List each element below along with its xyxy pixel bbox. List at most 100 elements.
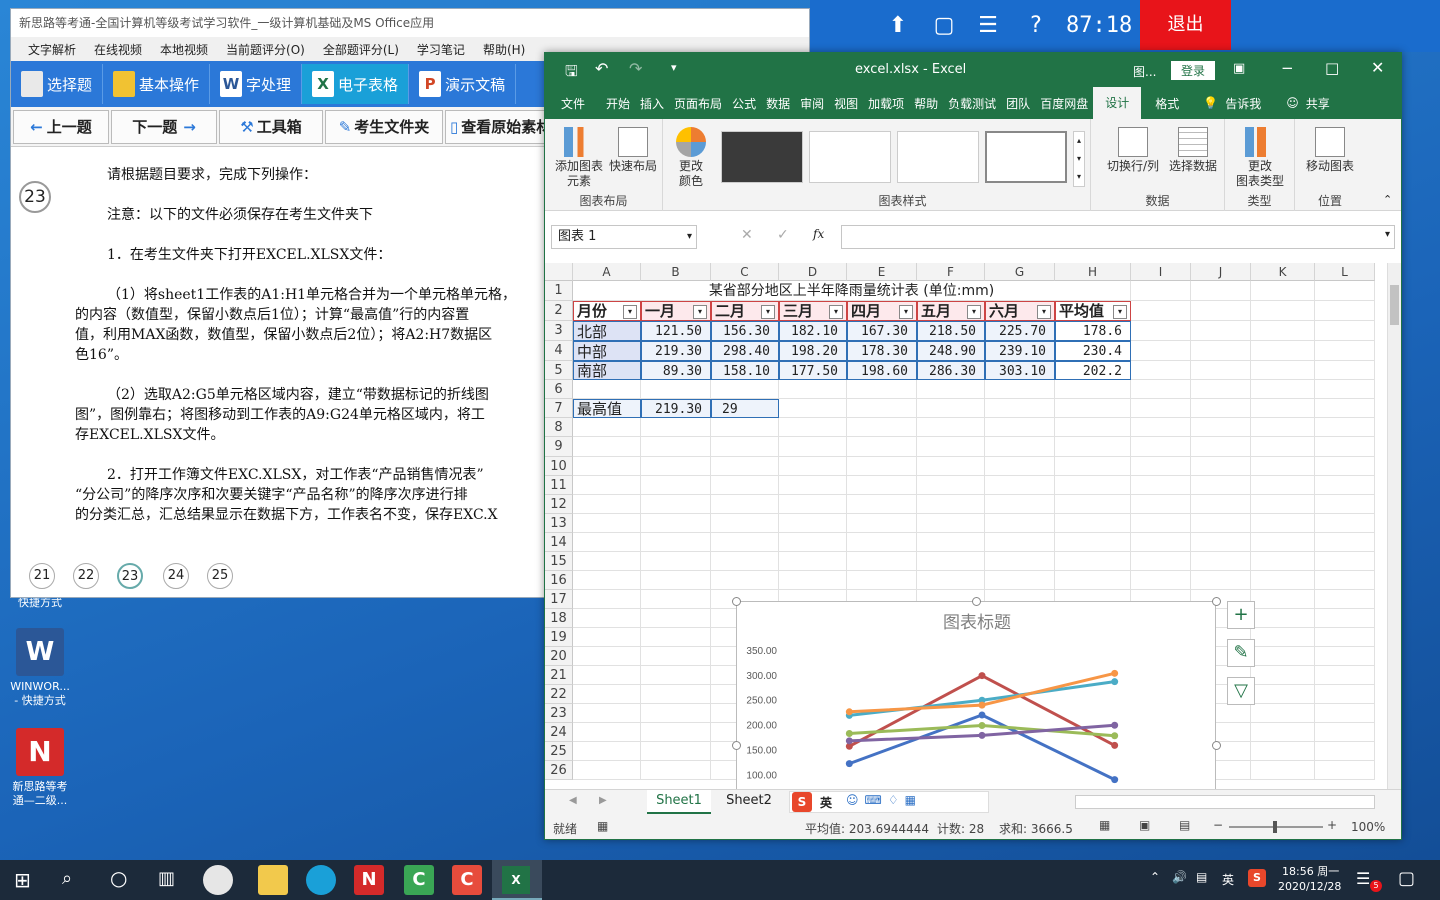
undo-icon[interactable]: ↶: [595, 59, 608, 78]
grid-cell[interactable]: [1315, 647, 1375, 666]
grid-cell[interactable]: [1251, 685, 1315, 704]
value-cell[interactable]: 178.6: [1055, 321, 1131, 341]
window-icon[interactable]: ▢: [930, 12, 958, 40]
edge-icon[interactable]: [306, 865, 336, 895]
row-header[interactable]: 13: [545, 514, 573, 533]
grid-cell[interactable]: [711, 571, 779, 590]
sheet-scroll-left-icon[interactable]: ◀: [569, 795, 577, 806]
value-cell[interactable]: 198.60: [847, 361, 917, 380]
grid-cell[interactable]: [1055, 571, 1131, 590]
ribbon-tab[interactable]: 格式: [1141, 95, 1193, 112]
close-icon[interactable]: ✕: [1371, 58, 1384, 77]
grid-cell[interactable]: [1131, 476, 1191, 495]
grid-cell[interactable]: [1251, 742, 1315, 761]
grid-cell[interactable]: [917, 380, 985, 399]
grid-cell[interactable]: [1191, 552, 1251, 571]
grid-cell[interactable]: [847, 457, 917, 476]
grid-cell[interactable]: [1251, 761, 1315, 780]
grid-cell[interactable]: [1251, 552, 1315, 571]
chart-filters-button[interactable]: ▽: [1227, 677, 1255, 705]
action-center-icon[interactable]: ▢: [1398, 868, 1415, 889]
grid-cell[interactable]: [779, 533, 847, 552]
sheet-scroll-right-icon[interactable]: ▶: [599, 795, 607, 806]
grid-cell[interactable]: [641, 418, 711, 437]
filter-dropdown-icon[interactable]: ▾: [693, 305, 707, 319]
column-header[interactable]: G: [985, 263, 1055, 281]
zoom-in-icon[interactable]: +: [1327, 818, 1337, 832]
grid-cell[interactable]: [1315, 380, 1375, 399]
page-button[interactable]: 22: [73, 563, 99, 589]
grid-cell[interactable]: [1131, 514, 1191, 533]
ime-tools-icon[interactable]: ☺⌨♢▦: [846, 793, 922, 807]
change-chart-type-button[interactable]: 更改 图表类型: [1231, 127, 1289, 189]
grid-cell[interactable]: [847, 437, 917, 457]
grid-cell[interactable]: [779, 476, 847, 495]
cancel-icon[interactable]: ✕: [741, 227, 753, 243]
value-cell[interactable]: 303.10: [985, 361, 1055, 380]
grid-cell[interactable]: [1055, 437, 1131, 457]
volume-icon[interactable]: 🔊: [1172, 870, 1187, 884]
grid-cell[interactable]: [1191, 533, 1251, 552]
grid-cell[interactable]: [1251, 341, 1315, 361]
grid-cell[interactable]: [1055, 457, 1131, 476]
filter-dropdown-icon[interactable]: ▾: [829, 305, 843, 319]
ribbon-tab[interactable]: 审阅: [795, 95, 829, 112]
filter-dropdown-icon[interactable]: ▾: [899, 305, 913, 319]
column-title[interactable]: 月份 ▾: [573, 301, 641, 321]
ribbon-tab[interactable]: 百度网盘: [1035, 95, 1093, 112]
gallery-scroll[interactable]: ▴ ▾ ▾: [1073, 131, 1085, 187]
grid-cell[interactable]: [1315, 281, 1375, 301]
grid-cell[interactable]: [917, 418, 985, 437]
ribbon-tab[interactable]: 视图: [829, 95, 863, 112]
menu-item[interactable]: 学习笔记: [408, 41, 474, 58]
column-title[interactable]: 四月 ▾: [847, 301, 917, 321]
help-icon[interactable]: ?: [1022, 12, 1050, 40]
grid-cell[interactable]: [1315, 628, 1375, 647]
grid-cell[interactable]: [1315, 361, 1375, 380]
add-chart-element-button[interactable]: 添加图表 元素: [553, 127, 605, 189]
grid-cell[interactable]: [917, 495, 985, 514]
column-header[interactable]: H: [1055, 263, 1131, 281]
filter-dropdown-icon[interactable]: ▾: [1037, 305, 1051, 319]
grid-cell[interactable]: [847, 552, 917, 571]
chart-style-thumb[interactable]: [897, 131, 979, 183]
grid-cell[interactable]: [573, 418, 641, 437]
tell-me-input[interactable]: 告诉我: [1220, 95, 1266, 112]
grid-cell[interactable]: [985, 437, 1055, 457]
grid-cell[interactable]: [1251, 281, 1315, 301]
row-header[interactable]: 23: [545, 704, 573, 723]
grid-cell[interactable]: [1055, 495, 1131, 514]
grid-cell[interactable]: [641, 628, 711, 647]
grid-cell[interactable]: [1315, 418, 1375, 437]
ribbon-tab[interactable]: 加载项: [863, 95, 909, 112]
row-header[interactable]: 4: [545, 341, 573, 361]
task-view-icon[interactable]: ▥: [158, 868, 175, 889]
desktop-icon-xinsilu[interactable]: N 新思路等考 通—二级...: [0, 728, 80, 808]
column-header[interactable]: A: [573, 263, 641, 281]
grid-cell[interactable]: [847, 418, 917, 437]
start-icon[interactable]: ⊞: [14, 868, 31, 892]
value-cell[interactable]: 202.2: [1055, 361, 1131, 380]
grid-cell[interactable]: [985, 495, 1055, 514]
resize-handle[interactable]: [732, 741, 741, 750]
column-header[interactable]: F: [917, 263, 985, 281]
xinsilu-taskbar-icon[interactable]: N: [354, 865, 384, 895]
grid-cell[interactable]: [711, 495, 779, 514]
ribbon-tab[interactable]: 数据: [761, 95, 795, 112]
grid-cell[interactable]: [985, 476, 1055, 495]
grid-cell[interactable]: [573, 571, 641, 590]
grid-cell[interactable]: [711, 533, 779, 552]
grid-cell[interactable]: [641, 647, 711, 666]
tab-excel[interactable]: X 电子表格: [302, 64, 410, 104]
grid-cell[interactable]: [1315, 514, 1375, 533]
login-button[interactable]: 登录: [1171, 61, 1216, 80]
grid-cell[interactable]: [711, 514, 779, 533]
ribbon-tab[interactable]: 开始: [601, 95, 635, 112]
column-title[interactable]: 一月 ▾: [641, 301, 711, 321]
grid-cell[interactable]: [917, 399, 985, 418]
menu-item[interactable]: 当前题评分(O): [217, 41, 314, 58]
row-header[interactable]: 20: [545, 647, 573, 666]
grid-cell[interactable]: [1131, 533, 1191, 552]
filter-dropdown-icon[interactable]: ▾: [967, 305, 981, 319]
grid-cell[interactable]: [1315, 399, 1375, 418]
